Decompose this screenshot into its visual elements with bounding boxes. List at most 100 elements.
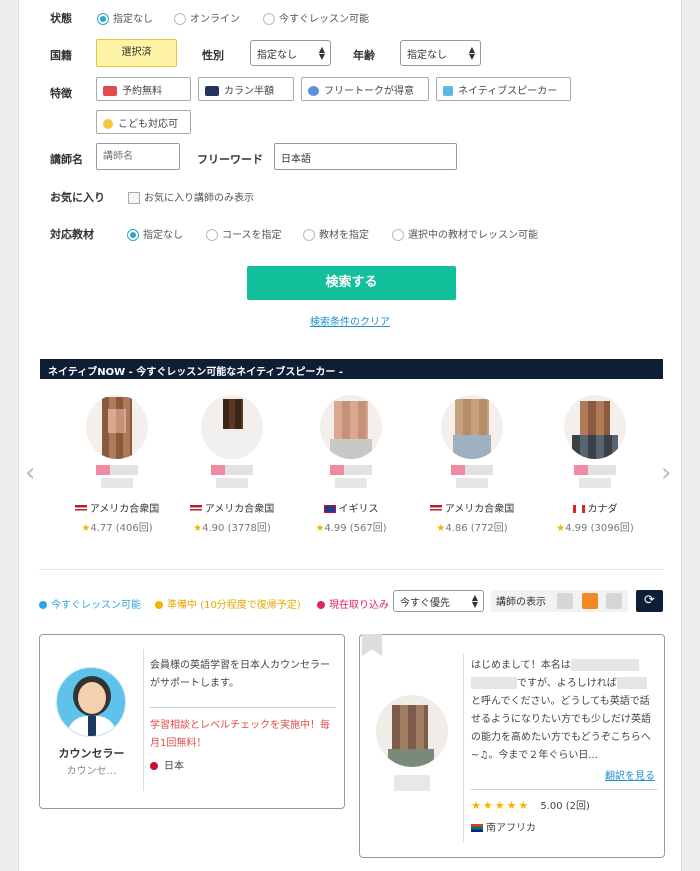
south-africa-flag-icon [471,824,483,832]
counselor-promo: 学習相談とレベルチェックを実施中！毎月1回無料！ [150,720,330,749]
teacher-photo [201,395,263,459]
clear-conditions-link[interactable]: 検索条件のクリア [310,313,390,328]
status-dot-icon [39,601,47,609]
teacher-card[interactable]: はじめまして！本名は ですが、よろしければ と呼んでください。どうしても英語で話… [359,634,665,858]
counselor-description: 会員様の英語学習を日本人カウンセラーがサポートします。 [150,660,330,689]
material-option-none[interactable]: 指定なし [127,226,183,241]
redacted-name [616,677,647,689]
teacher-country: イギリス [338,504,379,515]
teacher-name-pixelated [574,465,616,475]
native-teacher-card[interactable]: イギリス ★4.99 (567回) [301,395,401,534]
status-option-online[interactable]: オンライン [174,10,240,25]
native-teacher-card[interactable]: アメリカ合衆国 ★4.90 (3778回) [182,395,282,534]
carousel-next-icon[interactable]: › [661,458,671,488]
teacher-name-pixelated [216,478,248,488]
teacher-name-label: 講師名 [50,153,83,166]
teacher-rating: 4.99 (567回) [324,523,387,534]
free-word-label: フリーワード [197,153,263,166]
native-teacher-card[interactable]: カナダ ★4.99 (3096回) [545,395,645,534]
speech-bubble-icon [308,86,319,96]
list-view-icon[interactable] [557,593,573,609]
search-button[interactable]: 検索する [247,266,456,300]
status-dot-icon [317,601,325,609]
native-teacher-card[interactable]: アメリカ合衆国 ★4.77 (406回) [67,395,167,534]
teacher-rating: 4.77 (406回) [90,523,153,534]
feature-callan-half[interactable]: カラン半額 [198,77,294,101]
divider [39,569,663,570]
status-label: 状態 [50,12,72,25]
sort-select[interactable]: 今すぐ優先 ▲ ▼ [393,590,484,612]
feature-native-speaker[interactable]: ネイティブスピーカー [436,77,571,101]
card-divider [463,653,464,843]
material-label: 対応教材 [50,228,94,241]
native-teacher-card[interactable]: アメリカ合衆国 ★4.86 (772回) [422,395,522,534]
radio-icon [392,229,404,241]
teacher-name-pixelated [335,478,367,488]
age-label: 年齢 [353,49,375,62]
native-now-header: ネイティブNOW - 今すぐレッスン可能なネイティブスピーカー - [40,359,663,379]
teacher-score: 5.00 (2回) [540,801,590,812]
radio-icon [206,229,218,241]
teacher-rating: 4.86 (772回) [445,523,508,534]
material-option-selected[interactable]: 選択中の教材でレッスン可能 [392,226,538,241]
free-word-input[interactable]: 日本語 [274,143,457,170]
callan-logo-icon [205,86,219,96]
teacher-photo [86,395,148,459]
star-icon: ★ [193,523,203,534]
japan-flag-icon [150,762,158,770]
us-flag-icon [74,505,87,513]
teacher-rating: 4.90 (3778回) [202,523,271,534]
us-flag-icon [429,505,442,513]
status-dot-icon [155,601,163,609]
teacher-country: アメリカ合衆国 [444,504,515,515]
counselor-subtitle: カウンセ… [66,766,117,777]
teacher-intro: はじめまして！本名は ですが、よろしければ と呼んでください。どうしても英語で話… [471,659,651,761]
gender-label: 性別 [202,49,224,62]
teacher-name-input[interactable] [96,143,180,170]
feature-free-booking[interactable]: 予約無料 [96,77,191,101]
refresh-icon[interactable]: ⟳ [636,590,663,612]
feature-kids[interactable]: こども対応可 [96,110,191,134]
compact-view-icon[interactable] [606,593,622,609]
select-arrows-icon: ▲ ▼ [471,593,478,609]
star-icon: ★ [556,523,566,534]
favorites-checkbox[interactable]: お気に入り講師のみ表示 [128,189,254,204]
smile-icon [103,119,113,129]
star-icon: ★ [315,523,325,534]
grid-view-icon[interactable] [582,593,598,609]
translate-link[interactable]: 翻訳を見る [605,767,655,782]
gender-select[interactable]: 指定なし ▲ ▼ [250,40,331,66]
feature-free-talk[interactable]: フリートークが得意 [301,77,429,101]
counselor-card[interactable]: カウンセラー カウンセ… 会員様の英語学習を日本人カウンセラーがサポートします。… [39,634,345,809]
tag-icon [103,86,117,96]
uk-flag-icon [323,505,336,513]
us-flag-icon [189,505,202,513]
teacher-name-pixelated [579,478,611,488]
teacher-country: カナダ [587,504,618,515]
teacher-name-pixelated [394,775,430,791]
teacher-country: アメリカ合衆国 [204,504,275,515]
checkbox-icon [128,192,140,204]
display-label: 講師の表示 [496,597,546,608]
radio-icon [97,13,109,25]
favorite-bookmark-icon[interactable] [362,634,382,656]
select-arrows-icon: ▲ ▼ [468,45,475,61]
radio-icon [303,229,315,241]
star-icon: ★ [436,523,446,534]
teacher-country: アメリカ合衆国 [89,504,160,515]
carousel-prev-icon[interactable]: ‹ [25,458,35,488]
status-option-now[interactable]: 今すぐレッスン可能 [263,10,369,25]
material-option-textbook[interactable]: 教材を指定 [303,226,369,241]
status-option-none[interactable]: 指定なし [97,10,153,25]
teacher-name-pixelated [451,465,493,475]
select-arrows-icon: ▲ ▼ [318,45,325,61]
age-select[interactable]: 指定なし ▲ ▼ [400,40,481,66]
person-icon [443,86,453,96]
teacher-name-pixelated [330,465,372,475]
radio-icon [127,229,139,241]
material-option-course[interactable]: コースを指定 [206,226,282,241]
radio-icon [263,13,275,25]
legend-busy: 現在取り込み [317,596,389,611]
radio-icon [174,13,186,25]
nationality-selector[interactable]: 選択済 [96,39,177,67]
